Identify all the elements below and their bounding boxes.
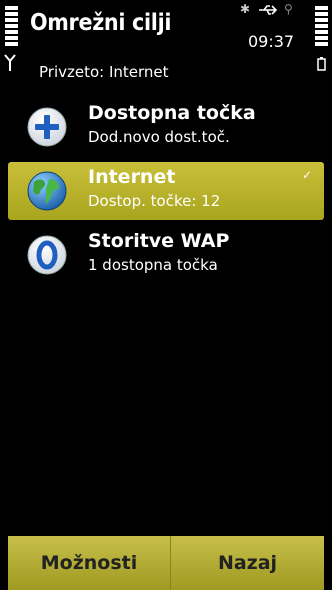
back-softkey[interactable]: Nazaj <box>171 536 324 590</box>
item-title: Dostopna točka <box>88 102 256 124</box>
zero-badge-icon <box>27 235 67 275</box>
list-item-wap-services[interactable]: Storitve WAP 1 dostopna točka <box>8 226 324 284</box>
check-icon: ✓ <box>301 168 312 182</box>
list-item-internet[interactable]: Internet Dostop. točke: 12 ✓ <box>8 162 324 220</box>
item-title: Storitve WAP <box>88 230 230 252</box>
item-subtitle: Dostop. točke: 12 <box>88 192 221 210</box>
destination-list: Dostopna točka Dod.novo dost.toč. Intern… <box>8 98 324 290</box>
battery-level-icon <box>315 6 328 48</box>
options-softkey[interactable]: Možnosti <box>8 536 171 590</box>
status-icons: ✱ ⚲ <box>240 2 300 22</box>
signal-strength-icon <box>5 6 18 48</box>
item-subtitle: 1 dostopna točka <box>88 256 218 274</box>
gps-icon: ⚲ <box>284 2 293 16</box>
antenna-icon <box>4 54 16 71</box>
globe-icon <box>27 171 67 211</box>
clock: 09:37 <box>248 32 295 51</box>
item-title: Internet <box>88 166 176 188</box>
default-destination-label: Privzeto: Internet <box>39 63 169 81</box>
softkey-bar: Možnosti Nazaj <box>8 536 324 590</box>
item-subtitle: Dod.novo dost.toč. <box>88 128 230 146</box>
plus-icon <box>27 107 67 147</box>
page-title: Omrežni cilji <box>30 10 172 36</box>
list-item-access-point[interactable]: Dostopna točka Dod.novo dost.toč. <box>8 98 324 156</box>
usb-icon <box>259 5 278 15</box>
bluetooth-icon: ✱ <box>240 2 251 16</box>
status-bar: Omrežni cilji ✱ ⚲ 09:37 Privzeto: Intern… <box>0 0 332 88</box>
battery-icon <box>317 57 326 71</box>
